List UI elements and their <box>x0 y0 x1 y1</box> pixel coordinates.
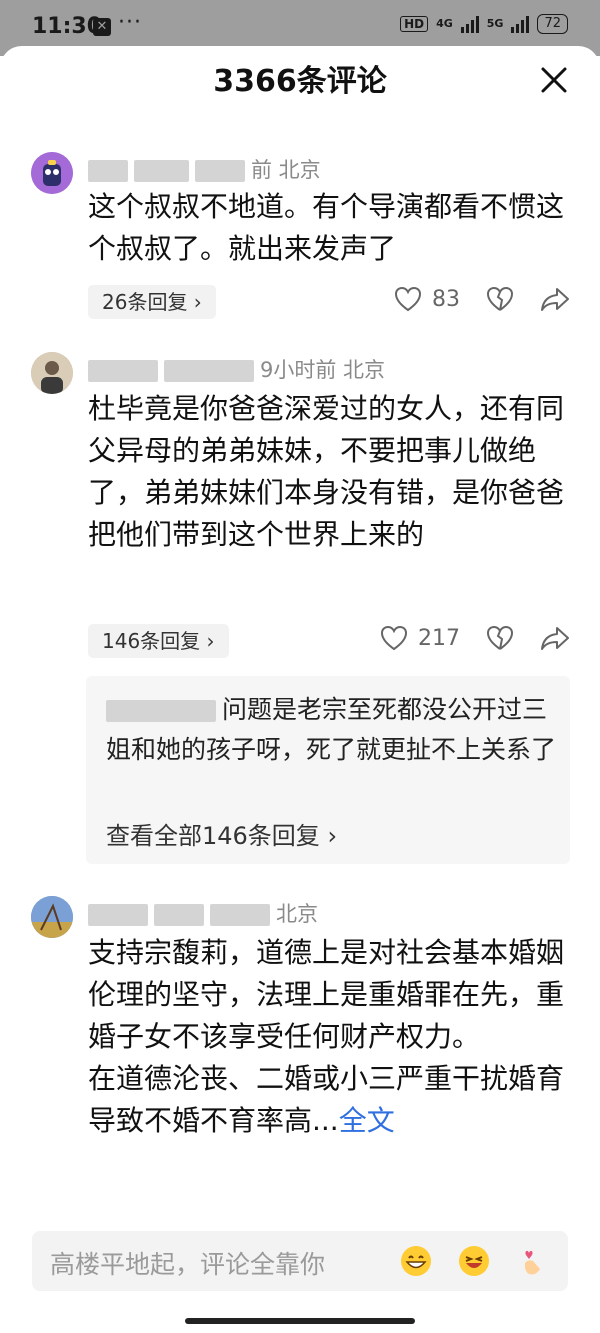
grinning-emoji-icon[interactable] <box>400 1245 432 1277</box>
home-indicator <box>185 1318 415 1324</box>
heart-icon <box>394 286 422 312</box>
comment-item: 北京 支持宗馥莉，道德上是对社会基本婚姻伦理的坚守，法理上是重婚罪在先，重婚子女… <box>0 892 600 1222</box>
like-button[interactable]: 83 <box>394 286 460 312</box>
more-notifications-icon: ··· <box>118 10 142 35</box>
avatar[interactable] <box>31 152 73 194</box>
comment-meta: 9小时前 北京 <box>88 354 385 384</box>
status-right: HD 4G 5G 72 <box>400 14 568 34</box>
comment-meta: 北京 <box>88 898 318 928</box>
blurred-username <box>164 360 254 382</box>
replies-label: 146条回复 <box>102 629 201 653</box>
network-4g: 4G <box>436 17 453 30</box>
laughing-emoji-icon[interactable] <box>458 1245 490 1277</box>
comment-time-location: 北京 <box>276 902 318 926</box>
comment-actions: 83 <box>394 286 570 312</box>
heart-icon <box>380 625 408 651</box>
like-count: 83 <box>432 286 460 312</box>
comment-input-bar[interactable]: 高楼平地起，评论全靠你 <box>32 1231 568 1291</box>
comment-meta: 前 北京 <box>88 154 321 184</box>
replies-button[interactable]: 26条回复 › <box>88 285 216 319</box>
comment-text[interactable]: 这个叔叔不地道。有个导演都看不惯这个叔叔了。就出来发声了 <box>88 186 568 270</box>
blurred-username <box>88 904 148 926</box>
avatar[interactable] <box>31 896 73 938</box>
comment-time-location: 9小时前 北京 <box>260 358 386 382</box>
blurred-username <box>154 904 204 926</box>
comment-actions: 217 <box>380 625 570 651</box>
reply-preview: 问题是老宗至死都没公开过三姐和她的孩子呀，死了就更扯不上关系了 <box>106 690 556 770</box>
avatar-image <box>31 896 73 938</box>
close-icon[interactable] <box>540 66 568 94</box>
comment-item: 9小时前 北京 杜毕竟是你爸爸深爱过的女人，还有同父异母的弟弟妹妹，不要把事儿做… <box>0 348 600 868</box>
comment-body-text: 支持宗馥莉，道德上是对社会基本婚姻伦理的坚守，法理上是重婚罪在先，重婚子女不该享… <box>88 936 565 1137</box>
blurred-username <box>134 160 189 182</box>
view-all-replies-link[interactable]: 查看全部146条回复 › <box>106 816 337 851</box>
blurred-username <box>106 700 216 722</box>
full-text-link[interactable]: 全文 <box>339 1104 395 1137</box>
comment-time-location: 前 北京 <box>251 158 321 182</box>
like-count: 217 <box>418 625 460 651</box>
broken-heart-icon[interactable] <box>486 286 514 312</box>
blurred-username <box>195 160 245 182</box>
blurred-username <box>88 160 128 182</box>
share-icon[interactable] <box>540 625 570 651</box>
signal-icon <box>460 15 479 33</box>
view-all-label: 查看全部146条回复 <box>106 822 320 850</box>
status-time: 11:30 <box>32 14 103 39</box>
broken-heart-icon[interactable] <box>486 625 514 651</box>
blurred-username <box>88 360 158 382</box>
replies-label: 26条回复 <box>102 290 188 314</box>
comment-item: 前 北京 这个叔叔不地道。有个导演都看不惯这个叔叔了。就出来发声了 26条回复 … <box>0 148 600 328</box>
hd-icon: HD <box>400 16 429 32</box>
comment-input-placeholder[interactable]: 高楼平地起，评论全靠你 <box>50 1245 325 1281</box>
replies-button[interactable]: 146条回复 › <box>88 624 229 658</box>
signal-icon-2 <box>511 15 530 33</box>
finger-heart-icon[interactable] <box>516 1245 548 1277</box>
page-title: 3366条评论 <box>213 64 387 99</box>
avatar[interactable] <box>31 352 73 394</box>
comment-text[interactable]: 支持宗馥莉，道德上是对社会基本婚姻伦理的坚守，法理上是重婚罪在先，重婚子女不该享… <box>88 932 568 1142</box>
avatar-image <box>31 152 73 194</box>
battery-icon: 72 <box>537 14 568 34</box>
blurred-username <box>210 904 270 926</box>
avatar-image <box>31 352 73 394</box>
share-icon[interactable] <box>540 286 570 312</box>
capcut-icon: ✕ <box>93 18 111 36</box>
like-button[interactable]: 217 <box>380 625 460 651</box>
network-5g: 5G <box>486 17 504 30</box>
reply-preview-box[interactable]: 问题是老宗至死都没公开过三姐和她的孩子呀，死了就更扯不上关系了 查看全部146条… <box>86 676 570 864</box>
comment-text[interactable]: 杜毕竟是你爸爸深爱过的女人，还有同父异母的弟弟妹妹，不要把事儿做绝了，弟弟妹妹们… <box>88 388 568 556</box>
